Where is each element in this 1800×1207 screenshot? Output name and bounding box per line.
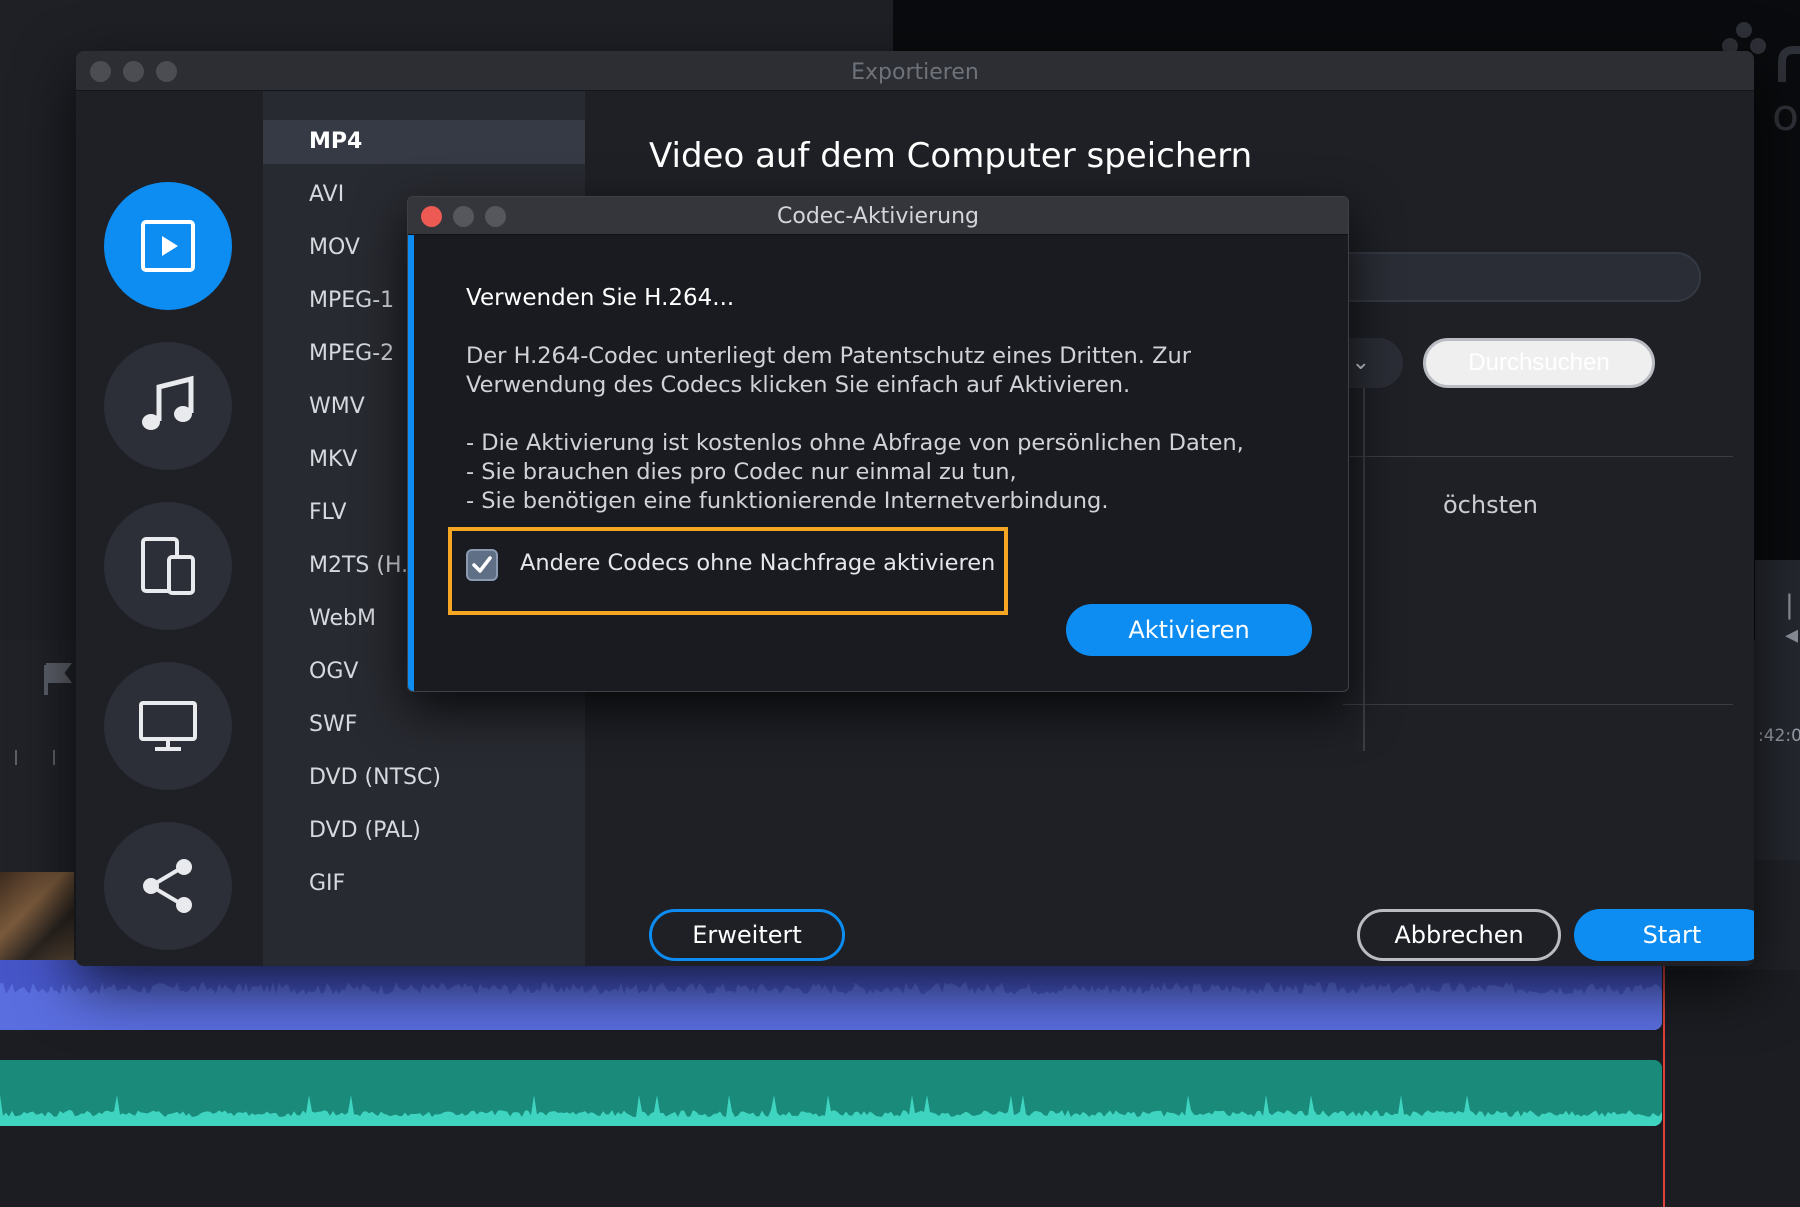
audio-track[interactable] [0,1060,1662,1126]
activate-other-codecs-checkbox[interactable] [466,549,498,581]
divider [1343,456,1733,457]
checkmark-icon [472,556,492,573]
playhead[interactable] [1663,940,1665,1207]
devices-icon [141,537,195,595]
bullet-item: - Die Aktivierung ist kostenlos ohne Abf… [466,430,1244,456]
dialog-bullet-list: - Die Aktivierung ist kostenlos ohne Abf… [466,429,1244,516]
audio-waveform [0,1095,1662,1126]
monitor-icon [139,701,197,751]
share-icon [143,859,192,913]
category-audio-button[interactable] [104,342,232,470]
dropdown-panel-edge [1355,351,1365,751]
format-item-dvd-pal[interactable]: DVD (PAL) [263,809,585,853]
checkbox-label[interactable]: Andere Codecs ohne Nachfrage aktivieren [520,550,995,576]
timeline-flag-icon [15,663,72,765]
format-item-gif[interactable]: GIF [263,862,585,906]
export-window-title: Exportieren [851,60,979,85]
advanced-button[interactable]: Erweitert [649,909,845,961]
format-item-dvd-ntsc[interactable]: DVD (NTSC) [263,756,585,800]
track-gap [0,1030,1800,1060]
page-title: Video auf dem Computer speichern [649,136,1253,176]
music-note-icon [142,375,194,430]
quality-label: öchsten [1443,491,1538,519]
timeline-bottom [0,1126,1800,1207]
codec-activation-dialog: Codec-Aktivierung Verwenden Sie H.264...… [407,196,1349,692]
bullet-item: - Sie brauchen dies pro Codec nur einmal… [466,459,1017,485]
activate-button[interactable]: Aktivieren [1066,604,1312,656]
play-icon [141,220,195,272]
video-track[interactable] [0,960,1662,1030]
timeline-right-panel: |◂ :42:0 [1755,560,1800,860]
skip-back-icon[interactable]: |◂ [1785,590,1800,650]
dialog-title: Codec-Aktivierung [777,204,979,229]
category-sidebar [76,91,263,966]
dialog-description-line: Der H.264-Codec unterliegt dem Patentsch… [466,343,1192,369]
dialog-heading: Verwenden Sie H.264... [466,285,735,311]
export-titlebar: Exportieren [76,51,1754,91]
category-share-button[interactable] [104,822,232,950]
format-item-mp4[interactable]: MP4 [263,120,585,164]
dialog-description-line: Verwendung des Codecs klicken Sie einfac… [466,372,1131,398]
category-video-button[interactable] [104,182,232,310]
cancel-button[interactable]: Abbrechen [1357,909,1561,961]
category-devices-button[interactable] [104,502,232,630]
browse-button[interactable]: Durchsuchen [1423,338,1655,388]
video-thumbnail[interactable] [0,872,74,960]
category-tv-button[interactable] [104,662,232,790]
svg-text:o: o [1772,90,1799,132]
format-item-swf[interactable]: SWF [263,703,585,747]
video-waveform [0,982,1662,1030]
divider [1343,704,1733,705]
bullet-item: - Sie benötigen eine funktionierende Int… [466,488,1109,514]
dialog-titlebar: Codec-Aktivierung [408,197,1348,235]
timecode: :42:0 [1758,726,1800,746]
dialog-description: Der H.264-Codec unterliegt dem Patentsch… [466,342,1191,400]
start-button[interactable]: Start [1574,909,1754,961]
dialog-accent-bar [408,235,414,691]
